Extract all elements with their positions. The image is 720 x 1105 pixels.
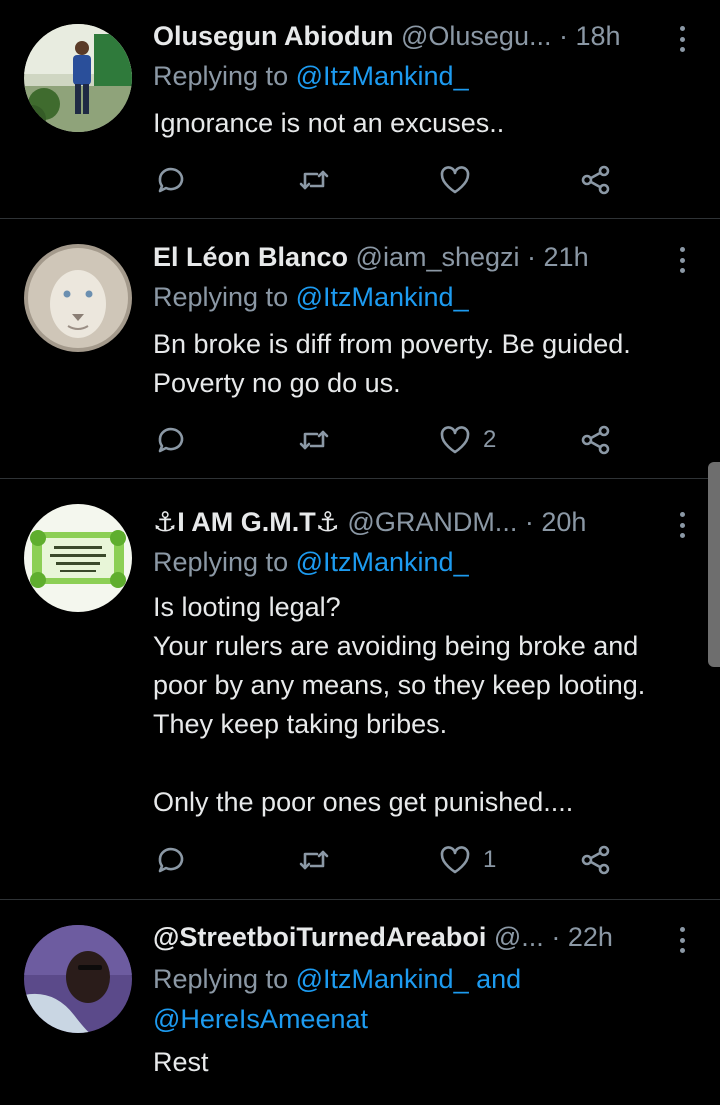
avatar[interactable]: [24, 925, 132, 1033]
more-icon[interactable]: [676, 247, 688, 273]
profile-photo-icon: [24, 24, 132, 132]
tweet-text-line: Your rulers are avoiding being broke and: [153, 631, 639, 661]
replying-label: Replying to: [153, 964, 289, 994]
more-icon[interactable]: [676, 26, 688, 52]
share-icon: [581, 845, 610, 875]
leafy-quote-card-icon: [24, 504, 132, 612]
like-icon: [440, 426, 470, 454]
replying-label: Replying to: [153, 282, 289, 312]
selfie-photo-icon: [24, 925, 132, 1033]
replying-to: Replying to @ItzMankind_ and @HereIsAmee…: [153, 959, 700, 1039]
reply-icon: [158, 427, 184, 453]
retweet-icon: [299, 430, 329, 450]
mention-link[interactable]: @HereIsAmeenat: [153, 1004, 368, 1034]
tweet-text: Is looting legal? Your rulers are avoidi…: [153, 588, 700, 822]
mention-link[interactable]: @ItzMankind_: [296, 61, 469, 91]
timestamp[interactable]: · 20h: [525, 507, 587, 537]
tweet-text-line: Is looting legal?: [153, 592, 341, 622]
avatar[interactable]: [24, 244, 132, 352]
mention-link[interactable]: @ItzMankind_: [296, 547, 469, 577]
more-icon[interactable]: [676, 927, 688, 953]
mention-connector: and: [468, 964, 522, 994]
mention-link[interactable]: @ItzMankind_: [296, 282, 469, 312]
reply-button[interactable]: [153, 420, 189, 460]
share-icon: [581, 425, 610, 455]
retweet-icon: [299, 850, 329, 870]
replying-to: Replying to @ItzMankind_: [153, 544, 700, 580]
tweet-header: @StreetboiTurnedAreaboi @... · 22h: [153, 919, 668, 955]
display-name[interactable]: @StreetboiTurnedAreaboi: [153, 922, 486, 952]
tweet-text-line: Rest: [153, 1047, 209, 1077]
tweet-text-line: Poverty no go do us.: [153, 368, 401, 398]
mention-link[interactable]: @ItzMankind_: [296, 964, 469, 994]
retweet-button[interactable]: [296, 420, 332, 460]
avatar[interactable]: [24, 504, 132, 612]
reply-icon: [158, 167, 184, 193]
user-handle[interactable]: @Olusegu...: [401, 21, 551, 51]
white-lion-icon: [24, 244, 132, 352]
user-handle[interactable]: @...: [494, 922, 544, 952]
tweet-text-line: Ignorance is not an excuses..: [153, 108, 505, 138]
like-button[interactable]: 2: [437, 420, 496, 460]
more-icon[interactable]: [676, 512, 688, 538]
tweet-text-line: poor by any means, so they keep looting.: [153, 670, 646, 700]
replying-to: Replying to @ItzMankind_: [153, 58, 700, 94]
share-icon: [581, 165, 610, 195]
tweet-header: El Léon Blanco @iam_shegzi · 21h: [153, 239, 668, 275]
like-icon: [440, 166, 470, 194]
like-button[interactable]: [437, 160, 483, 200]
replying-label: Replying to: [153, 547, 289, 577]
retweet-icon: [299, 170, 329, 190]
divider: [0, 478, 720, 479]
scrollbar[interactable]: [708, 462, 720, 667]
tweet-text: Ignorance is not an excuses..: [153, 104, 700, 143]
like-count: 1: [483, 846, 497, 873]
action-bar: 2: [153, 420, 623, 460]
tweet-text-line: Bn broke is diff from poverty. Be guided…: [153, 329, 631, 359]
user-handle[interactable]: @iam_shegzi: [356, 242, 520, 272]
share-button[interactable]: [578, 420, 614, 460]
reply-button[interactable]: [153, 840, 189, 880]
share-button[interactable]: [578, 840, 614, 880]
retweet-button[interactable]: [296, 160, 332, 200]
tweet-text-line: [153, 744, 700, 783]
replying-label: Replying to: [153, 61, 289, 91]
avatar[interactable]: [24, 24, 132, 132]
tweet-text-line: Only the poor ones get punished....: [153, 787, 574, 817]
tweet-header: Olusegun Abiodun @Olusegu... · 18h: [153, 18, 668, 54]
retweet-button[interactable]: [296, 840, 332, 880]
reply-tweet[interactable]: @StreetboiTurnedAreaboi @... · 22h Reply…: [0, 919, 720, 1105]
display-name[interactable]: ⚓I AM G.M.T⚓: [153, 507, 340, 537]
divider: [0, 218, 720, 219]
tweet-header: ⚓I AM G.M.T⚓ @GRANDM... · 20h: [153, 504, 668, 540]
timestamp[interactable]: · 18h: [559, 21, 621, 51]
reply-button[interactable]: [153, 160, 189, 200]
share-button[interactable]: [578, 160, 614, 200]
tweet-text: Rest: [153, 1043, 700, 1082]
action-bar: [153, 160, 623, 200]
like-count: 2: [483, 426, 497, 453]
like-icon: [440, 846, 470, 874]
display-name[interactable]: El Léon Blanco: [153, 242, 348, 272]
like-button[interactable]: 1: [437, 840, 496, 880]
tweet-text-line: They keep taking bribes.: [153, 709, 448, 739]
divider: [0, 899, 720, 900]
reply-tweet[interactable]: ⚓I AM G.M.T⚓ @GRANDM... · 20h Replying t…: [0, 504, 720, 899]
tweet-text: Bn broke is diff from poverty. Be guided…: [153, 325, 700, 403]
action-bar: 1: [153, 840, 623, 880]
timestamp[interactable]: · 21h: [527, 242, 589, 272]
reply-thread: Olusegun Abiodun @Olusegu... · 18h Reply…: [0, 0, 720, 1105]
reply-tweet[interactable]: Olusegun Abiodun @Olusegu... · 18h Reply…: [0, 18, 720, 218]
user-handle[interactable]: @GRANDM...: [347, 507, 517, 537]
reply-tweet[interactable]: El Léon Blanco @iam_shegzi · 21h Replyin…: [0, 239, 720, 478]
timestamp[interactable]: · 22h: [551, 922, 613, 952]
display-name[interactable]: Olusegun Abiodun: [153, 21, 393, 51]
reply-icon: [158, 847, 184, 873]
replying-to: Replying to @ItzMankind_: [153, 279, 700, 315]
